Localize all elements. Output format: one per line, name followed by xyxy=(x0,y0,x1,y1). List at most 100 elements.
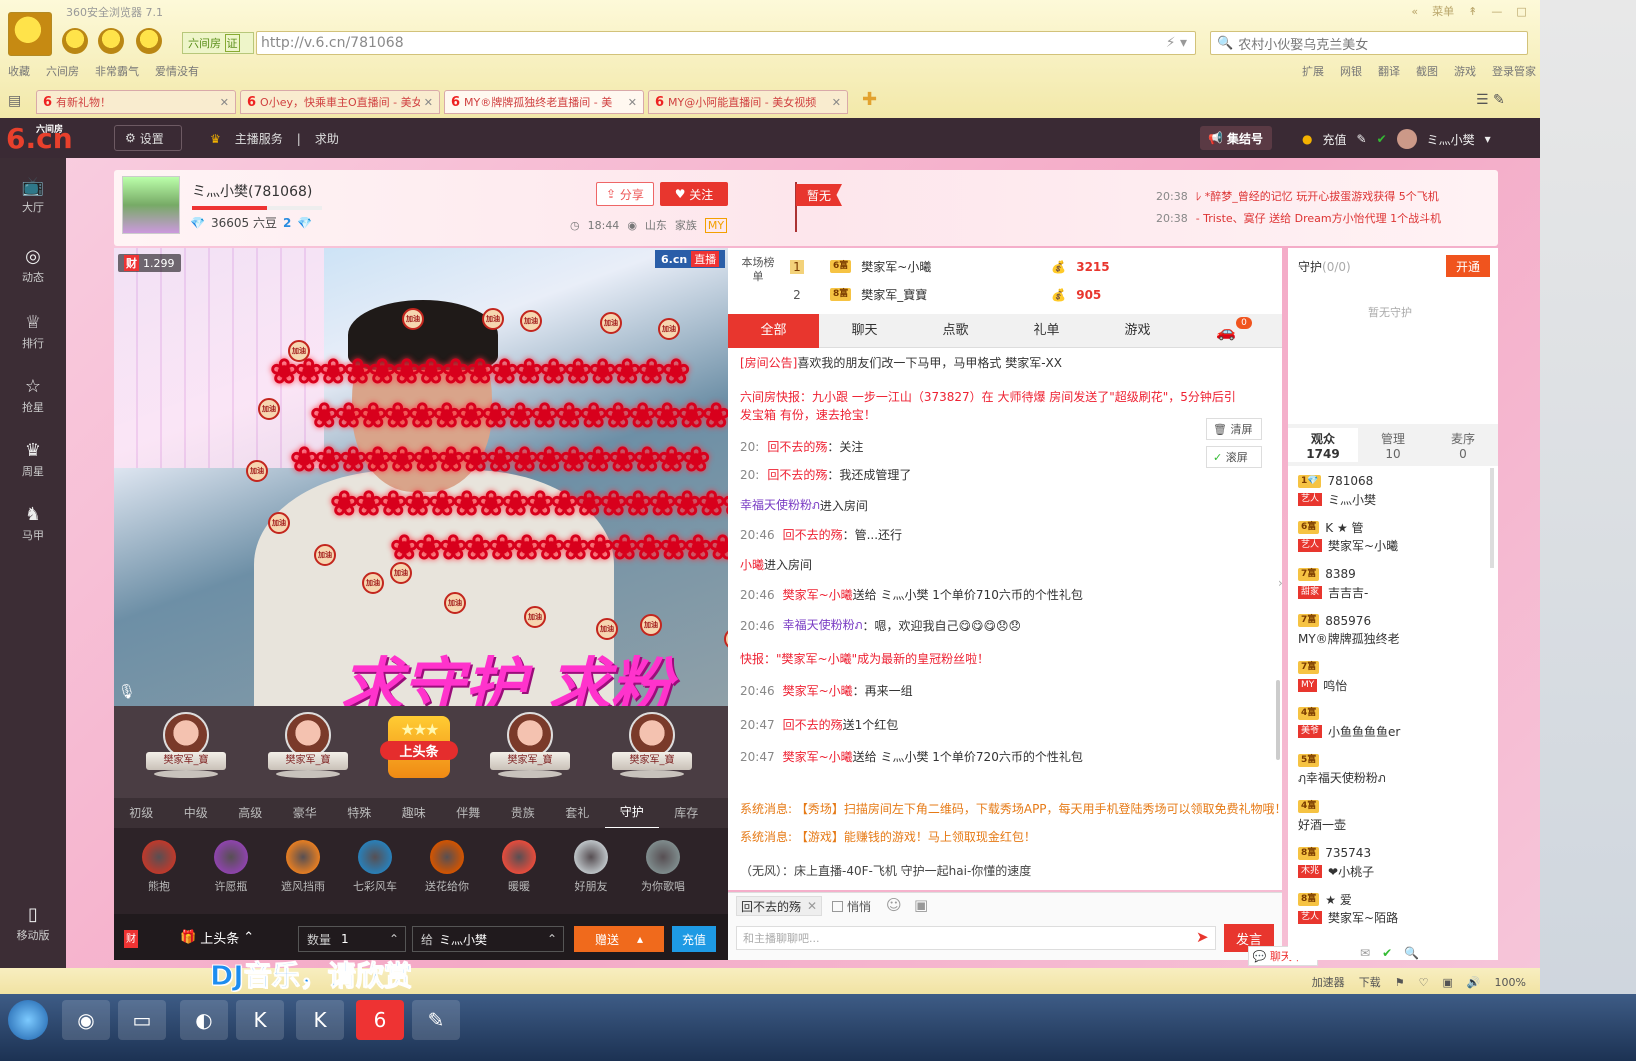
recharge-button[interactable]: 充值 xyxy=(672,926,716,952)
gift-category-tab[interactable]: 中级 xyxy=(169,798,224,828)
close-icon[interactable]: ✕ xyxy=(807,899,817,913)
header-link[interactable]: 求助 xyxy=(315,130,339,147)
audience-item[interactable]: 7富 MY 鸣怡 xyxy=(1298,658,1484,694)
taskbar-folder-icon[interactable]: ▭ xyxy=(118,1000,166,1040)
start-button[interactable] xyxy=(8,1000,48,1040)
mail-icon[interactable]: ✉ xyxy=(1360,946,1370,960)
audience-item[interactable]: 6富 K ★ 管艺人 樊家军~小曦 xyxy=(1298,519,1484,555)
chat-user[interactable]: 回不去的殇 xyxy=(767,438,827,455)
gift-item[interactable]: 七彩风车 xyxy=(340,840,410,894)
recipient-selector[interactable]: 给ミ灬小樊 ⌃ xyxy=(412,926,564,952)
status-item[interactable]: 🔊 xyxy=(1467,976,1481,989)
search-input[interactable]: 🔍 农村小伙娶乌克兰美女 xyxy=(1210,31,1528,55)
close-icon[interactable]: ✕ xyxy=(832,96,841,109)
chat-input[interactable]: 和主播聊聊吧... xyxy=(736,926,1216,950)
mention-chip[interactable]: 回不去的殇 ✕ xyxy=(736,896,823,916)
podium-slot[interactable]: 樊家军_寶 xyxy=(146,712,226,778)
sidebar-item[interactable]: ☆ 抢星 xyxy=(0,376,66,415)
tab-list-icon[interactable]: ▤ xyxy=(8,93,21,109)
podium-slot[interactable]: 樊家军_寶 xyxy=(268,712,348,778)
gift-item[interactable]: 为你歌唱 xyxy=(628,840,698,894)
taskbar-app-icon[interactable]: K xyxy=(236,1000,284,1040)
taskbar-app-icon[interactable]: ◐ xyxy=(180,1000,228,1040)
chat-tab[interactable]: 点歌 xyxy=(910,314,1001,348)
taskbar-app-icon[interactable]: K xyxy=(296,1000,344,1040)
close-icon[interactable]: ✕ xyxy=(220,96,229,109)
open-guard-button[interactable]: 开通 xyxy=(1446,255,1490,277)
gift-item[interactable]: 暖暖 xyxy=(484,840,554,894)
gift-category-tab[interactable]: 贵族 xyxy=(496,798,551,828)
zoom-icon[interactable]: 🔍 xyxy=(1404,946,1419,960)
gift-item[interactable]: 许愿瓶 xyxy=(196,840,266,894)
audience-item[interactable]: 4富 美爷 小鱼鱼鱼鱼er xyxy=(1298,705,1484,741)
gift-item[interactable]: 送花给你 xyxy=(412,840,482,894)
chat-tab[interactable]: 礼单 xyxy=(1001,314,1092,348)
window-control-2[interactable]: ↟ xyxy=(1468,5,1477,18)
private-toggle[interactable]: 悄悄 xyxy=(832,898,871,915)
chat-user[interactable]: [房间公告] xyxy=(740,354,797,371)
status-item[interactable]: 100% xyxy=(1495,976,1526,989)
extension-item[interactable]: 翻译 xyxy=(1378,63,1400,79)
status-item[interactable]: 下载 xyxy=(1359,974,1381,990)
audience-item[interactable]: 8富 ★ 爱艺人 樊家军~陌路 xyxy=(1298,891,1484,927)
browser-tab[interactable]: 6 MY@小阿能直播间 - 美女视频 ✕ xyxy=(648,90,848,114)
chat-user[interactable]: 樊家军~小曦 xyxy=(783,748,853,765)
close-icon[interactable]: ✕ xyxy=(628,96,637,109)
audience-tab[interactable]: 麦序 0 xyxy=(1428,428,1498,462)
gift-item[interactable]: 熊抱 xyxy=(124,840,194,894)
microphone-icon[interactable]: 🎙 xyxy=(118,684,136,700)
car-icon[interactable]: 🚗 xyxy=(1216,322,1236,341)
skin-minion-icon[interactable] xyxy=(98,28,124,54)
sidebar-item[interactable]: ◎ 动态 xyxy=(0,246,66,285)
gift-category-tab[interactable]: 守护 xyxy=(604,797,659,829)
emoji-icon[interactable]: ☺ xyxy=(886,896,902,914)
status-item[interactable]: ⚑ xyxy=(1395,976,1405,989)
taskbar-browser-icon[interactable]: ◉ xyxy=(62,1000,110,1040)
user-avatar[interactable] xyxy=(1396,129,1417,149)
window-control-3[interactable]: — xyxy=(1491,5,1502,18)
send-arrow-icon[interactable]: ➤ xyxy=(1196,928,1209,946)
taskbar-6cn-icon[interactable]: 6 xyxy=(356,1000,404,1040)
extension-item[interactable]: 扩展 xyxy=(1302,63,1324,79)
anchor-avatar[interactable] xyxy=(122,176,180,234)
extension-item[interactable]: 网银 xyxy=(1340,63,1362,79)
audience-item[interactable]: 5富 ฦ幸福天使粉粉ภ xyxy=(1298,751,1484,787)
sidebar-item[interactable]: ♛ 周星 xyxy=(0,440,66,479)
chevron-down-icon[interactable]: ▾ xyxy=(1485,132,1491,146)
audience-item[interactable]: 4富 好酒一壶 xyxy=(1298,798,1484,834)
extension-item[interactable]: 截图 xyxy=(1416,63,1438,79)
podium-slot[interactable]: 樊家军_寶 xyxy=(612,712,692,778)
chat-user[interactable]: 小曦 xyxy=(740,556,764,573)
sidebar-item[interactable]: ♕ 排行 xyxy=(0,312,66,351)
rank-row[interactable]: 2 8富 樊家军_寶寶 💰 905 xyxy=(790,286,1270,303)
gift-category-tab[interactable]: 库存 xyxy=(659,798,714,828)
chat-tab[interactable]: 聊天 xyxy=(819,314,910,348)
chat-user[interactable]: 樊家军~小曦 xyxy=(783,586,853,603)
chat-scrollbar[interactable] xyxy=(1276,680,1280,760)
quantity-selector[interactable]: 数量 1 ⌃ xyxy=(298,926,406,952)
new-tab-icon[interactable]: ✚ xyxy=(862,89,877,110)
skin-minion-icon[interactable] xyxy=(136,28,162,54)
list-icon[interactable]: ☰ ✎ xyxy=(1476,92,1505,108)
gift-category-tab[interactable]: 豪华 xyxy=(278,798,333,828)
window-control-1[interactable]: 菜单 xyxy=(1432,3,1454,19)
site-logo[interactable]: 6.cn 六间房 xyxy=(6,122,73,155)
send-gift-button[interactable]: 赠送 ▴ xyxy=(574,926,664,952)
chat-user[interactable]: 回不去的殇 xyxy=(767,466,827,483)
audience-item[interactable]: 8富 735743 木兆 ❤小桃子 xyxy=(1298,844,1484,880)
jihao-button[interactable]: 📢 集结号 xyxy=(1200,126,1272,150)
browser-avatar[interactable] xyxy=(8,12,52,56)
sidebar-item[interactable]: ♞ 马甲 xyxy=(0,504,66,543)
bolt-icon[interactable]: ⚡ ▾ xyxy=(1166,35,1187,51)
site-verify-tag[interactable]: 六间房 证 xyxy=(182,32,254,54)
headline-button[interactable]: 🎁 上头条 ⌃ xyxy=(180,928,254,947)
sidebar-item[interactable]: ▯ 移动版 xyxy=(0,904,66,943)
extension-item[interactable]: 登录管家 xyxy=(1492,63,1536,79)
browser-tab[interactable]: 6 O小ey，快乘車主O直播间 - 美女 ✕ xyxy=(240,90,440,114)
gift-item[interactable]: 好朋友 xyxy=(556,840,626,894)
private-checkbox[interactable] xyxy=(832,901,843,912)
window-control-0[interactable]: « xyxy=(1411,5,1418,18)
bookmark-item[interactable]: 非常霸气 xyxy=(95,63,139,79)
scroll-screen-button[interactable]: ✓ 滚屏 xyxy=(1206,446,1262,468)
chat-user[interactable]: 快报 xyxy=(740,650,764,667)
